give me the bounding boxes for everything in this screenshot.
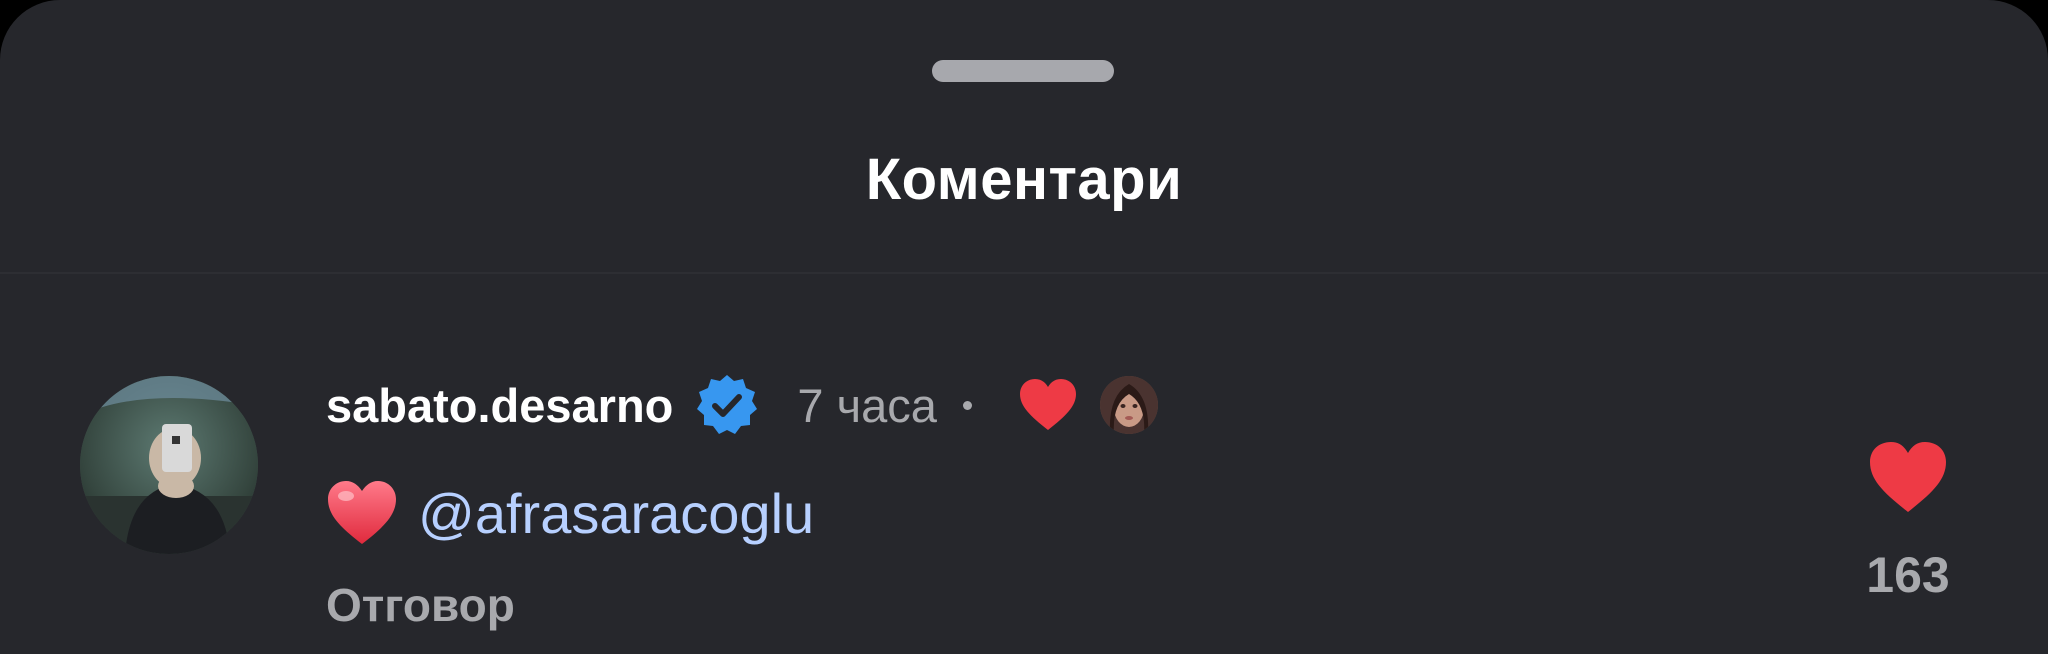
mention-link[interactable]: @afrasaracoglu <box>418 481 814 546</box>
header-divider <box>0 272 2048 274</box>
comments-sheet: Коментари sabato.desarno 7 часа @afrasar… <box>0 0 2048 654</box>
author-avatar-small <box>1099 376 1158 434</box>
comment-meta: sabato.desarno 7 часа <box>326 370 1158 440</box>
like-count: 163 <box>1866 547 1950 603</box>
heart-emoji-icon <box>328 481 396 544</box>
comment-item: sabato.desarno 7 часа @afrasaracoglu Отг… <box>0 370 2048 654</box>
comment-text: @afrasaracoglu <box>326 474 814 552</box>
author-avatar-image <box>1099 376 1158 434</box>
verified-badge-icon <box>697 375 758 434</box>
sheet-grab-handle[interactable] <box>932 60 1114 82</box>
comment-username[interactable]: sabato.desarno <box>326 378 673 433</box>
avatar-image <box>80 376 258 554</box>
commenter-avatar[interactable] <box>80 376 258 554</box>
author-liked-heart-icon <box>1019 379 1076 430</box>
sheet-title: Коментари <box>865 147 1183 212</box>
meta-separator-dot <box>962 400 972 410</box>
comment-timestamp: 7 часа <box>797 378 937 432</box>
reply-button[interactable]: Отговор <box>326 578 515 632</box>
like-heart-icon[interactable] <box>1868 440 1948 514</box>
